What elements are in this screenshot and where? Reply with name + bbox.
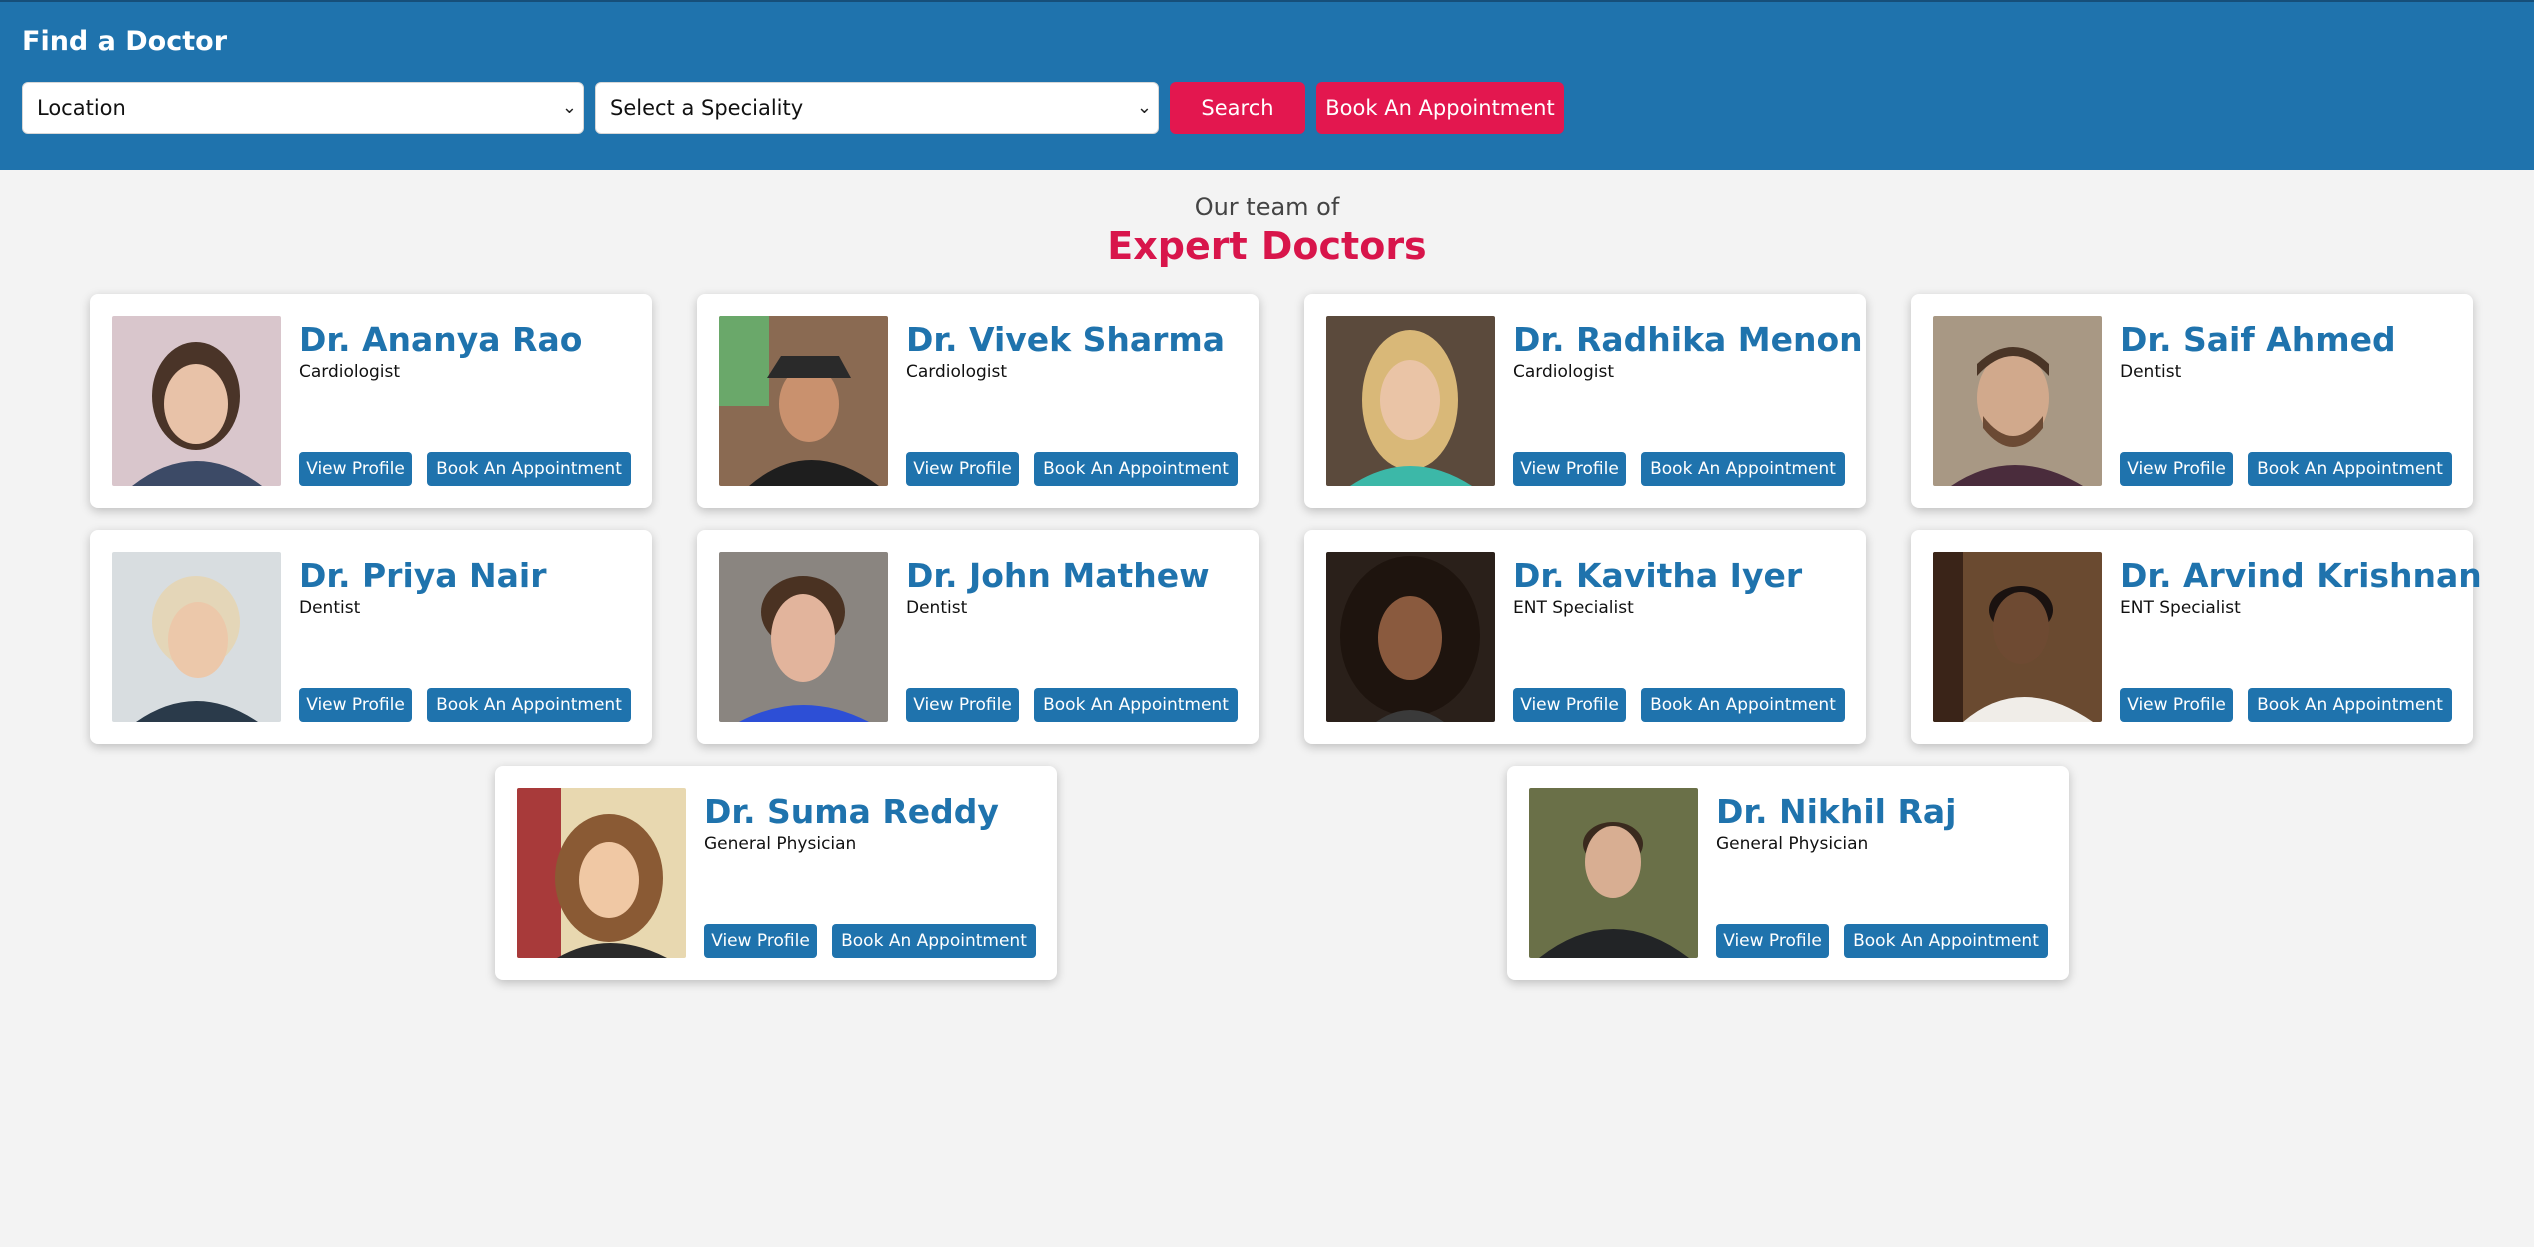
doctor-card: Dr. Suma Reddy General Physician View Pr… <box>495 766 1057 980</box>
doctor-card: Dr. Vivek Sharma Cardiologist View Profi… <box>697 294 1259 508</box>
book-appointment-button[interactable]: Book An Appointment <box>1844 924 2048 958</box>
doctor-specialty: Dentist <box>299 598 361 618</box>
search-header: Find a Doctor Location ⌄ Select a Specia… <box>0 0 2534 170</box>
view-profile-button[interactable]: View Profile <box>299 688 412 722</box>
view-profile-button[interactable]: View Profile <box>906 688 1019 722</box>
view-profile-button[interactable]: View Profile <box>1716 924 1829 958</box>
section-subtitle: Our team of <box>1194 193 1340 221</box>
view-profile-button[interactable]: View Profile <box>1513 452 1626 486</box>
book-appointment-button[interactable]: Book An Appointment <box>1034 452 1238 486</box>
view-profile-button[interactable]: View Profile <box>299 452 412 486</box>
doctor-photo <box>719 552 888 722</box>
doctor-specialty: ENT Specialist <box>2120 598 2241 618</box>
doctor-card: Dr. Nikhil Raj General Physician View Pr… <box>1507 766 2069 980</box>
doctor-photo <box>1933 552 2102 722</box>
chevron-down-icon: ⌄ <box>561 97 577 118</box>
doctor-name: Dr. Radhika Menon <box>1513 320 1863 359</box>
doctor-name: Dr. Ananya Rao <box>299 320 583 359</box>
doctor-name: Dr. Arvind Krishnan <box>2120 556 2482 595</box>
doctor-photo <box>517 788 686 958</box>
view-profile-button[interactable]: View Profile <box>2120 688 2233 722</box>
doctor-specialty: ENT Specialist <box>1513 598 1634 618</box>
view-profile-button[interactable]: View Profile <box>1513 688 1626 722</box>
view-profile-button[interactable]: View Profile <box>906 452 1019 486</box>
doctor-specialty: Cardiologist <box>1513 362 1615 382</box>
doctor-name: Dr. Priya Nair <box>299 556 547 595</box>
section-title: Expert Doctors <box>1107 224 1427 268</box>
doctor-specialty: Cardiologist <box>299 362 401 382</box>
doctor-card: Dr. John Mathew Dentist View Profile Boo… <box>697 530 1259 744</box>
book-appointment-button[interactable]: Book An Appointment <box>427 688 631 722</box>
book-appointment-button[interactable]: Book An Appointment <box>1641 688 1845 722</box>
doctor-card: Dr. Arvind Krishnan ENT Specialist View … <box>1911 530 2482 744</box>
doctor-name: Dr. Kavitha Iyer <box>1513 556 1803 595</box>
doctor-specialty: General Physician <box>704 834 857 854</box>
book-appointment-button[interactable]: Book An Appointment <box>2248 452 2452 486</box>
doctor-specialty: General Physician <box>1716 834 1869 854</box>
doctor-photo <box>1529 788 1698 958</box>
book-appointment-button[interactable]: Book An Appointment <box>832 924 1036 958</box>
doctor-name: Dr. Saif Ahmed <box>2120 320 2396 359</box>
doctor-specialty: Cardiologist <box>906 362 1008 382</box>
doctor-name: Dr. Vivek Sharma <box>906 320 1226 359</box>
view-profile-button[interactable]: View Profile <box>704 924 817 958</box>
doctor-card: Dr. Priya Nair Dentist View Profile Book… <box>90 530 652 744</box>
search-button[interactable]: Search <box>1170 82 1305 134</box>
book-appointment-button[interactable]: Book An Appointment <box>1034 688 1238 722</box>
doctor-photo <box>112 552 281 722</box>
location-select-value: Location <box>37 96 126 120</box>
doctor-photo <box>112 316 281 486</box>
doctor-card: Dr. Radhika Menon Cardiologist View Prof… <box>1304 294 1866 508</box>
page-title: Find a Doctor <box>22 26 228 57</box>
doctor-card: Dr. Kavitha Iyer ENT Specialist View Pro… <box>1304 530 1866 744</box>
doctor-specialty: Dentist <box>906 598 968 618</box>
specialty-select[interactable]: Select a Speciality ⌄ <box>595 82 1159 134</box>
location-select[interactable]: Location ⌄ <box>22 82 584 134</box>
book-appointment-button[interactable]: Book An Appointment <box>1641 452 1845 486</box>
doctor-card: Dr. Ananya Rao Cardiologist View Profile… <box>90 294 652 508</box>
view-profile-button[interactable]: View Profile <box>2120 452 2233 486</box>
book-appointment-button[interactable]: Book An Appointment <box>1316 82 1564 134</box>
doctor-card: Dr. Saif Ahmed Dentist View Profile Book… <box>1911 294 2473 508</box>
chevron-down-icon: ⌄ <box>1136 97 1152 118</box>
doctor-photo <box>1933 316 2102 486</box>
book-appointment-button[interactable]: Book An Appointment <box>2248 688 2452 722</box>
doctor-specialty: Dentist <box>2120 362 2182 382</box>
doctor-photo <box>1326 552 1495 722</box>
doctor-photo <box>719 316 888 486</box>
specialty-select-value: Select a Speciality <box>610 96 804 120</box>
doctor-name: Dr. Nikhil Raj <box>1716 792 1957 831</box>
doctor-name: Dr. Suma Reddy <box>704 792 999 831</box>
doctor-photo <box>1326 316 1495 486</box>
book-appointment-button[interactable]: Book An Appointment <box>427 452 631 486</box>
doctor-name: Dr. John Mathew <box>906 556 1210 595</box>
